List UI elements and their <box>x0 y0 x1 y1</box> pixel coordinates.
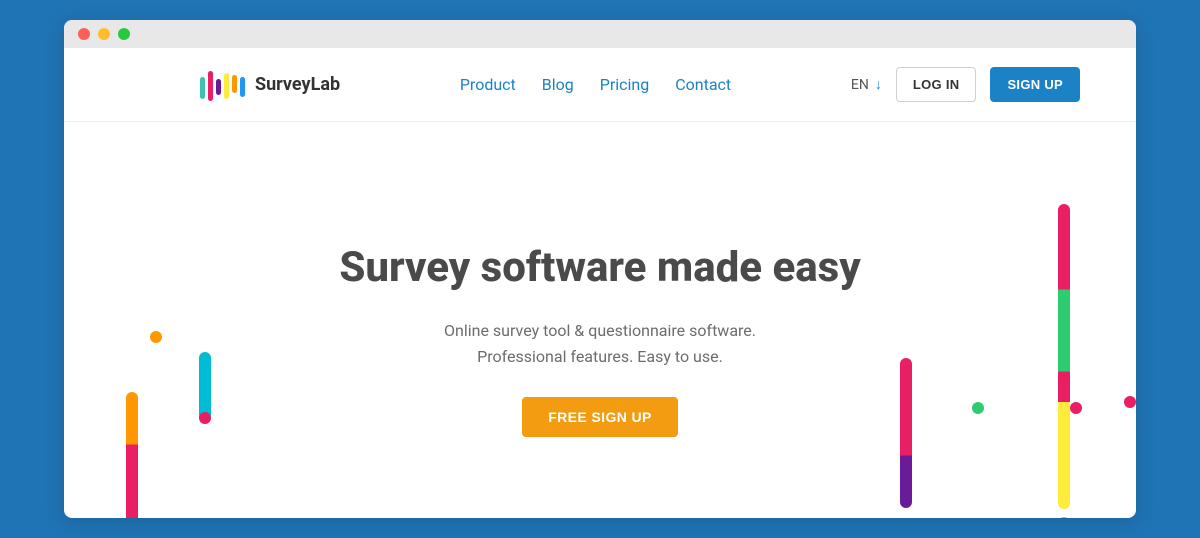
site-header: SurveyLab Product Blog Pricing Contact E… <box>64 48 1136 122</box>
decor-dot-icon <box>1124 396 1136 408</box>
header-right: EN ↓ LOG IN SIGN UP <box>851 67 1080 102</box>
hero-subline-1: Online survey tool & questionnaire softw… <box>444 318 756 344</box>
hero-subline-2: Professional features. Easy to use. <box>477 344 723 370</box>
window-maximize-icon[interactable] <box>118 28 130 40</box>
hero-headline: Survey software made easy <box>339 243 860 292</box>
free-signup-button[interactable]: FREE SIGN UP <box>522 397 678 437</box>
nav-pricing[interactable]: Pricing <box>600 75 650 94</box>
language-code: EN <box>851 77 869 93</box>
decor-dot-icon <box>199 412 211 424</box>
hero: Survey software made easy Online survey … <box>64 122 1136 518</box>
brand[interactable]: SurveyLab <box>200 67 340 103</box>
decor-dot-icon <box>1058 517 1070 518</box>
decor-dot-icon <box>1070 402 1082 414</box>
decor-bar-icon <box>900 358 912 508</box>
browser-window: SurveyLab Product Blog Pricing Contact E… <box>64 20 1136 518</box>
chevron-down-icon: ↓ <box>875 76 882 93</box>
primary-nav: Product Blog Pricing Contact <box>460 75 731 94</box>
brand-name: SurveyLab <box>255 74 340 95</box>
decor-dot-icon <box>972 402 984 414</box>
decor-bar-icon <box>1058 204 1070 509</box>
logo-icon <box>200 67 245 103</box>
nav-product[interactable]: Product <box>460 75 516 94</box>
login-button[interactable]: LOG IN <box>896 67 977 102</box>
nav-blog[interactable]: Blog <box>542 75 574 94</box>
window-close-icon[interactable] <box>78 28 90 40</box>
window-title-bar <box>64 20 1136 48</box>
signup-button[interactable]: SIGN UP <box>990 67 1080 102</box>
window-minimize-icon[interactable] <box>98 28 110 40</box>
decor-bar-icon <box>126 392 138 518</box>
decor-dot-icon <box>150 331 162 343</box>
nav-contact[interactable]: Contact <box>675 75 731 94</box>
language-selector[interactable]: EN ↓ <box>851 76 882 93</box>
